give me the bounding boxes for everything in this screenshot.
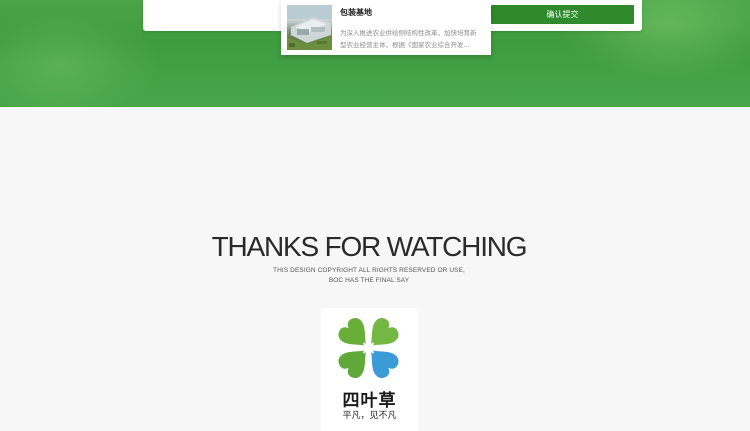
- four-leaf-clover-icon: [338, 317, 399, 378]
- logo-slogan: 平凡，见不凡: [342, 411, 397, 421]
- copyright-line-1: THIS DESIGN COPYRIGHT ALL RIGHTS RESERVE…: [273, 267, 465, 274]
- thanks-title: THANKS FOR WATCHING: [211, 231, 528, 262]
- news-title[interactable]: 包装基地: [340, 7, 372, 18]
- submit-button[interactable]: 确认提交: [491, 5, 634, 24]
- brand-logo: 四叶草 平凡，见不凡: [321, 308, 418, 431]
- news-description: 为深入推进农业供给侧结构性改革，加快培育新型农业经营主体，根据《国家农业综合开发…: [340, 29, 477, 49]
- news-card[interactable]: 包装基地 为深入推进农业供给侧结构性改革，加快培育新型农业经营主体，根据《国家农…: [281, 0, 491, 55]
- facility-aerial-image: [287, 5, 332, 50]
- copyright-line-2: BOC HAS THE FINAL SAY: [328, 277, 410, 284]
- news-thumbnail[interactable]: [287, 5, 332, 50]
